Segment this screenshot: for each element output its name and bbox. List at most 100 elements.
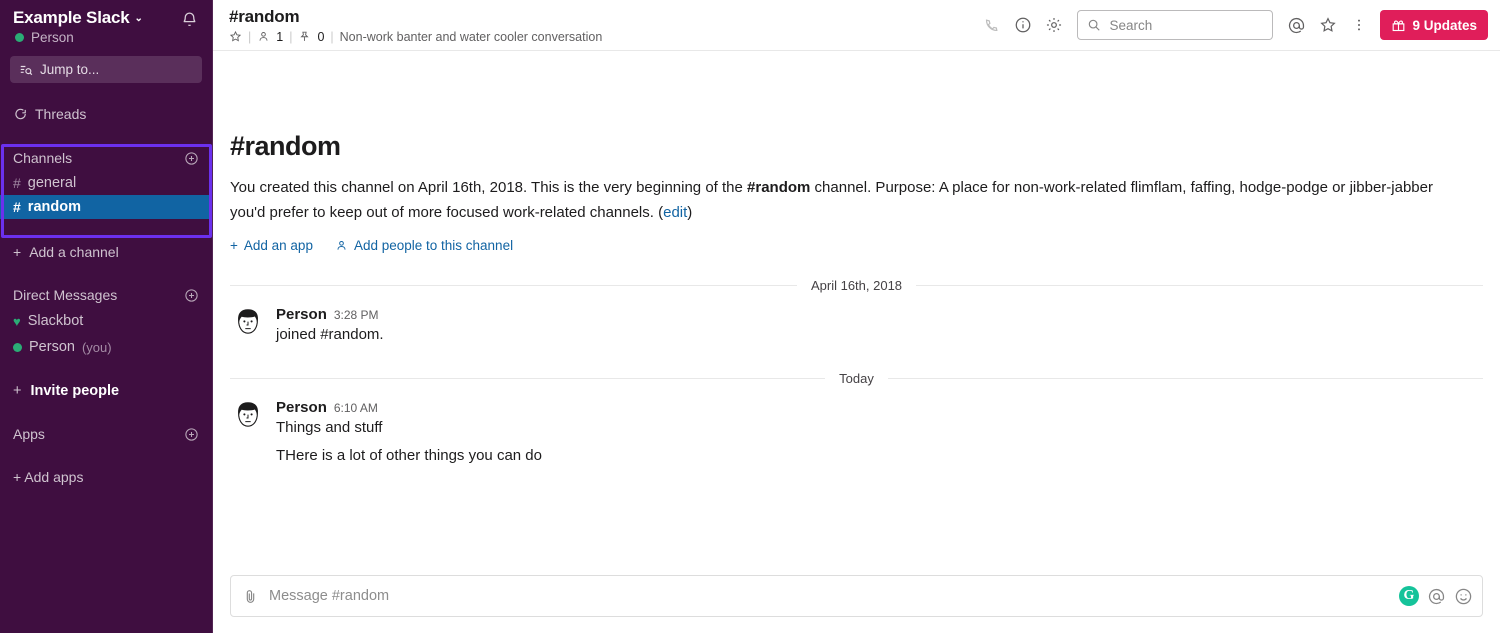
pin-count[interactable]: 0 [317,30,324,44]
message-body: Person 3:28 PM joined #random. [276,306,1483,346]
meta-separator: | [289,29,293,44]
dm-name: Slackbot [27,313,84,329]
message-author[interactable]: Person [276,399,327,416]
gear-icon[interactable] [1038,10,1069,41]
add-channel-plus-icon[interactable] [184,151,199,166]
dm-section-header[interactable]: Direct Messages [0,282,212,308]
intro-heading: #random [230,131,341,161]
heart-icon: ♥ [13,313,21,329]
grammarly-icon[interactable]: G [1399,586,1419,606]
dm-you-label: (you) [81,339,112,355]
channels-section-header[interactable]: Channels [0,145,212,171]
channel-header: #random | 1 | 0 | Non-work banter and wa… [213,0,1500,51]
gift-icon [1391,18,1406,33]
team-header[interactable]: Example Slack ⌄ [0,0,212,28]
date-divider-second: Today [230,368,1484,388]
date-divider-label[interactable]: April 16th, 2018 [797,278,916,293]
add-app-plus-icon[interactable] [184,427,199,442]
date-divider-first: April 16th, 2018 [230,275,1484,295]
message-text: joined #random. [276,326,384,343]
presence-online-icon [13,342,22,352]
sidebar-dm-person[interactable]: Person (you) [0,334,212,360]
message-header: Person 3:28 PM [276,306,1483,323]
invite-people-button[interactable]: + Invite people [0,378,212,404]
user-presence[interactable]: Person [0,28,212,45]
main-panel: #random | 1 | 0 | Non-work banter and wa… [213,0,1500,633]
apps-group: Apps [0,421,212,447]
add-an-app-link[interactable]: + Add an app [230,238,313,253]
member-count[interactable]: 1 [276,30,283,44]
message-timestamp[interactable]: 3:28 PM [334,308,379,322]
message-text-followup: THere is a lot of other things you can d… [276,447,542,464]
intro-channel-mention: #random [747,179,811,196]
channel-intro: #random You created this channel on Apri… [213,51,1500,253]
sidebar-channel-random[interactable]: # random [0,195,212,219]
channel-name: random [27,199,81,215]
meta-separator: | [330,29,334,44]
avatar[interactable] [230,306,266,342]
sidebar-channel-general[interactable]: # general [0,171,212,195]
team-name-label: Example Slack [13,8,130,27]
apps-section-header[interactable]: Apps [0,421,212,447]
sidebar: Example Slack ⌄ Person Jump to... Thread… [0,0,213,633]
channel-topic[interactable]: Non-work banter and water cooler convers… [340,30,603,44]
message-row: Person 3:28 PM joined #random. [213,295,1500,346]
message-body: Person 6:10 AM Things and stuff THere is… [276,399,1483,467]
add-people-link[interactable]: Add people to this channel [335,238,513,253]
jump-to-button[interactable]: Jump to... [10,56,202,83]
jump-to-label: Jump to... [40,62,100,77]
avatar[interactable] [230,399,266,435]
intro-actions: + Add an app Add people to this channel [230,238,1472,253]
kebab-menu-icon[interactable] [1343,10,1374,41]
dm-name: Person [29,339,75,355]
search-icon [1087,18,1101,32]
divider-line [230,377,826,379]
phone-icon[interactable] [976,10,1007,41]
person-add-icon [335,239,348,252]
emoji-icon[interactable] [1454,587,1473,606]
add-a-channel-button[interactable]: + Add a channel [0,239,212,265]
plus-icon: + [13,383,22,399]
channel-title[interactable]: #random [229,7,602,27]
message-input-placeholder[interactable]: Message #random [269,588,1389,604]
message-composer[interactable]: Message #random G [230,575,1483,617]
hash-icon: # [13,175,21,191]
meta-separator: | [248,29,252,44]
divider-line [887,377,1484,379]
search-input[interactable]: Search [1077,10,1274,40]
pin-icon[interactable] [298,30,311,43]
search-placeholder: Search [1109,17,1153,33]
updates-button[interactable]: 9 Updates [1380,10,1488,40]
divider-line [230,284,797,286]
add-apps-label: + Add apps [13,469,84,485]
team-name[interactable]: Example Slack ⌄ [13,8,143,28]
dm-section-title: Direct Messages [13,287,118,303]
at-icon[interactable] [1427,587,1446,606]
members-icon[interactable] [257,30,270,43]
message-author[interactable]: Person [276,306,327,323]
intro-text-3: ) [687,204,693,221]
date-divider-label[interactable]: Today [825,371,888,386]
at-icon[interactable] [1281,10,1312,41]
star-icon[interactable] [229,30,242,43]
divider-line [916,284,1484,286]
add-dm-plus-icon[interactable] [184,288,199,303]
favorite-star-icon[interactable] [1312,10,1343,41]
sidebar-dm-slackbot[interactable]: ♥ Slackbot [0,308,212,334]
message-list: #random You created this channel on Apri… [213,51,1500,575]
presence-name: Person [31,30,74,45]
add-apps-button[interactable]: + Add apps [0,464,212,490]
message-timestamp[interactable]: 6:10 AM [334,401,378,415]
channel-name: general [27,175,77,191]
edit-purpose-link[interactable]: edit [663,204,687,221]
plus-icon: + [230,238,238,253]
info-icon[interactable] [1007,10,1038,41]
paperclip-icon[interactable] [242,588,259,605]
slack-app-window: Example Slack ⌄ Person Jump to... Thread… [0,0,1500,633]
add-an-app-label: Add an app [243,238,313,253]
sidebar-item-threads[interactable]: Threads [0,101,212,127]
jump-search-icon [20,65,33,75]
add-a-channel-label: Add a channel [29,244,119,260]
channels-section-title: Channels [13,150,73,166]
bell-icon[interactable] [181,11,198,28]
